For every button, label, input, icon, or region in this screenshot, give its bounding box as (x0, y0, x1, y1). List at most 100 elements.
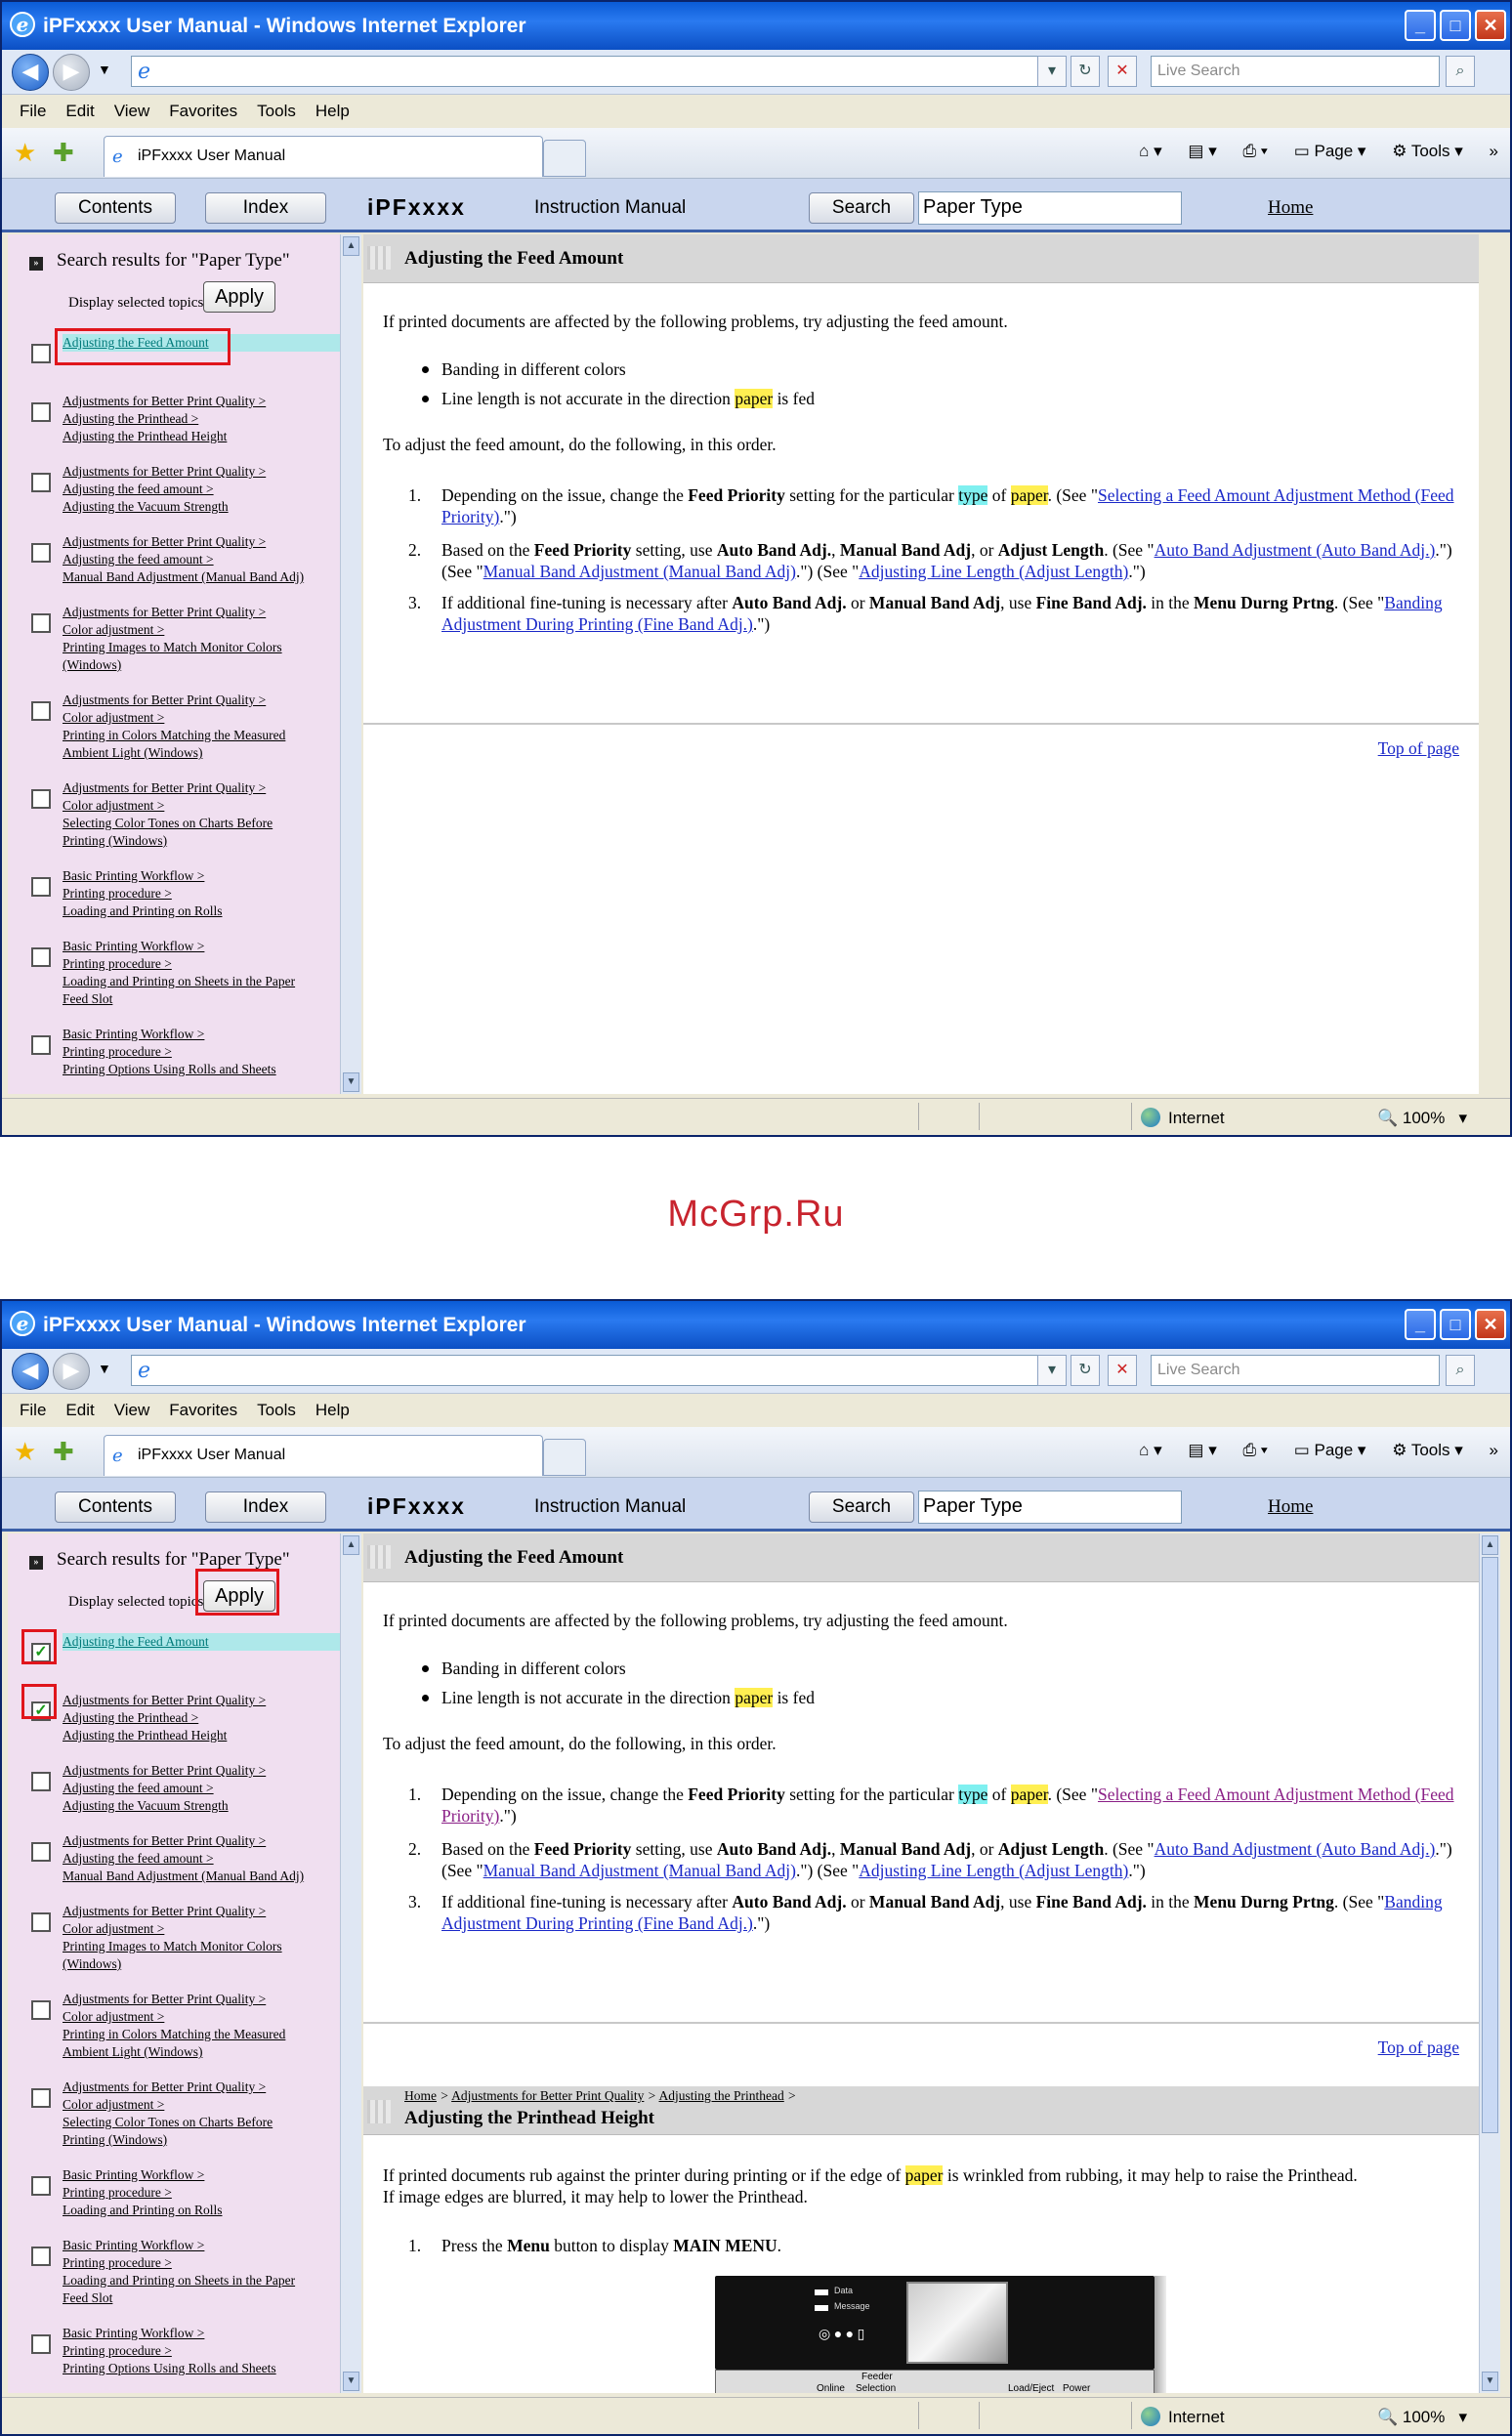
history-dropdown-icon[interactable]: ▼ (98, 62, 111, 77)
minimize-button[interactable]: _ (1405, 1309, 1436, 1340)
result-checkbox[interactable] (31, 947, 51, 967)
keyword-input[interactable]: Paper Type (918, 191, 1182, 225)
zoom-level[interactable]: 🔍 100% ▾ (1377, 1109, 1467, 1128)
print-icon[interactable]: ⎙ ▾ (1242, 1441, 1267, 1459)
search-button[interactable]: Search (809, 192, 914, 224)
index-button[interactable]: Index (205, 192, 326, 224)
result-link[interactable]: Adjustments for Better Print Quality > Co… (63, 779, 340, 850)
result-checkbox[interactable] (31, 1035, 51, 1055)
result-checkbox[interactable] (31, 877, 51, 897)
result-checkbox[interactable] (31, 473, 51, 492)
result-checkbox[interactable] (31, 701, 51, 721)
scroll-up-icon[interactable]: ▲ (1482, 1535, 1498, 1555)
add-favorite-icon[interactable]: ✚ (53, 1437, 74, 1467)
add-favorite-icon[interactable]: ✚ (53, 138, 74, 168)
result-link[interactable]: Adjustments for Better Print Quality > Co… (63, 1903, 340, 1973)
scroll-down-icon[interactable]: ▼ (1482, 2372, 1498, 2391)
collapse-icon[interactable]: » (29, 1556, 43, 1570)
result-checkbox[interactable] (31, 543, 51, 563)
result-link[interactable]: Adjustments for Better Print Quality > Ad… (63, 393, 340, 445)
menu-tools[interactable]: Tools (257, 102, 296, 121)
menu-view[interactable]: View (114, 1401, 150, 1420)
menu-file[interactable]: File (20, 1401, 46, 1420)
result-link[interactable]: Basic Printing Workflow > Printing proced… (63, 2166, 340, 2219)
result-checkbox[interactable] (31, 2000, 51, 2020)
sidebar-scrollbar[interactable]: ▲ ▼ (340, 234, 361, 1094)
result-link[interactable]: Adjustments for Better Print Quality > Ad… (63, 463, 340, 516)
contents-button[interactable]: Contents (55, 192, 176, 224)
result-link[interactable]: Adjustments for Better Print Quality > Ad… (63, 1762, 340, 1815)
zoom-level[interactable]: 🔍 100% ▾ (1377, 2408, 1467, 2427)
result-checkbox[interactable] (31, 402, 51, 422)
refresh-button[interactable]: ↻ (1071, 1355, 1100, 1386)
result-checkbox[interactable] (31, 789, 51, 809)
result-checkbox[interactable] (31, 1772, 51, 1791)
menu-file[interactable]: File (20, 102, 46, 121)
manual-band-link[interactable]: Manual Band Adjustment (Manual Band Adj) (483, 562, 796, 581)
refresh-button[interactable]: ↻ (1071, 56, 1100, 87)
scroll-up-icon[interactable]: ▲ (343, 1535, 359, 1555)
result-checkbox[interactable] (31, 2334, 51, 2354)
search-button[interactable]: Search (809, 1491, 914, 1523)
result-link[interactable]: Basic Printing Workflow > Printing proced… (63, 2325, 340, 2377)
close-button[interactable]: ✕ (1475, 10, 1506, 41)
result-link[interactable]: Basic Printing Workflow > Printing proced… (63, 867, 340, 920)
maximize-button[interactable]: □ (1440, 1309, 1471, 1340)
new-tab-button[interactable] (543, 140, 586, 177)
more-chevron-icon[interactable]: » (1490, 142, 1498, 160)
minimize-button[interactable]: _ (1405, 10, 1436, 41)
collapse-icon[interactable]: » (29, 257, 43, 271)
result-checkbox[interactable] (31, 1912, 51, 1932)
index-button[interactable]: Index (205, 1491, 326, 1523)
home-icon[interactable]: ⌂ ▾ (1139, 1441, 1162, 1459)
tools-menu[interactable]: ⚙ Tools ▾ (1392, 1441, 1463, 1459)
search-go-button[interactable]: ⌕ (1446, 1355, 1475, 1386)
more-chevron-icon[interactable]: » (1490, 1441, 1498, 1459)
back-arrow-icon[interactable]: ◀ (12, 54, 49, 91)
result-link[interactable]: Adjustments for Better Print Quality > Ad… (63, 533, 340, 586)
result-link[interactable]: Basic Printing Workflow > Printing proced… (63, 2237, 340, 2307)
adjust-length-link[interactable]: Adjusting Line Length (Adjust Length) (859, 562, 1128, 581)
page-menu[interactable]: ▭ Page ▾ (1294, 1441, 1366, 1459)
forward-arrow-icon[interactable]: ▶ (53, 54, 90, 91)
auto-band-link[interactable]: Auto Band Adjustment (Auto Band Adj.) (1155, 540, 1436, 560)
menu-help[interactable]: Help (315, 1401, 350, 1420)
maximize-button[interactable]: □ (1440, 10, 1471, 41)
breadcrumb-home[interactable]: Home (404, 2088, 437, 2103)
result-link[interactable]: Adjustments for Better Print Quality > Ad… (63, 1692, 340, 1744)
result-link[interactable]: Adjustments for Better Print Quality > Co… (63, 604, 340, 674)
scroll-down-icon[interactable]: ▼ (343, 2372, 359, 2391)
result-link[interactable]: Adjustments for Better Print Quality > Co… (63, 2079, 340, 2149)
print-icon[interactable]: ⎙ ▾ (1242, 142, 1267, 160)
result-link[interactable]: Basic Printing Workflow > Printing proced… (63, 1026, 340, 1078)
menu-view[interactable]: View (114, 102, 150, 121)
tab-ipf-manual[interactable]: e iPFxxxx User Manual (104, 136, 543, 177)
auto-band-link[interactable]: Auto Band Adjustment (Auto Band Adj.) (1155, 1839, 1436, 1859)
url-field[interactable]: e (131, 56, 1067, 87)
sidebar-scrollbar[interactable]: ▲ ▼ (340, 1533, 361, 2393)
result-link[interactable]: Adjustments for Better Print Quality > Co… (63, 692, 340, 762)
result-link[interactable]: Adjustments for Better Print Quality > Ad… (63, 1832, 340, 1885)
favorites-star-icon[interactable]: ★ (14, 138, 36, 168)
page-menu[interactable]: ▭ Page ▾ (1294, 142, 1366, 160)
scroll-up-icon[interactable]: ▲ (343, 236, 359, 256)
top-of-page-link[interactable]: Top of page (1378, 738, 1459, 759)
live-search-input[interactable]: Live Search (1151, 56, 1440, 87)
home-link[interactable]: Home (1268, 1496, 1313, 1518)
contents-button[interactable]: Contents (55, 1491, 176, 1523)
menu-help[interactable]: Help (315, 102, 350, 121)
result-checkbox[interactable] (31, 2247, 51, 2266)
back-arrow-icon[interactable]: ◀ (12, 1353, 49, 1390)
result-checkbox[interactable] (31, 1842, 51, 1862)
breadcrumb-adjustments[interactable]: Adjustments for Better Print Quality (451, 2088, 644, 2103)
tools-menu[interactable]: ⚙ Tools ▾ (1392, 142, 1463, 160)
top-of-page-link[interactable]: Top of page (1378, 2037, 1459, 2058)
url-dropdown-icon[interactable]: ▾ (1037, 56, 1067, 87)
url-field[interactable]: e (131, 1355, 1067, 1386)
menu-favorites[interactable]: Favorites (169, 1401, 237, 1420)
result-link[interactable]: Adjusting the Feed Amount (63, 1633, 340, 1651)
menu-tools[interactable]: Tools (257, 1401, 296, 1420)
result-checkbox[interactable] (31, 2088, 51, 2108)
result-checkbox[interactable] (31, 344, 51, 363)
keyword-input[interactable]: Paper Type (918, 1491, 1182, 1524)
